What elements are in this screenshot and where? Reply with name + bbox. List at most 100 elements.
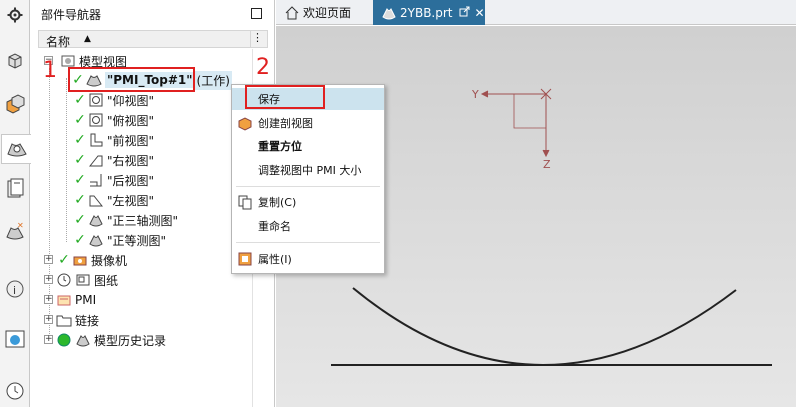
tree-label: "正等测图" <box>107 233 167 248</box>
history-icon <box>75 332 91 348</box>
back-view-icon <box>88 172 104 188</box>
tree-label: PMI <box>75 293 97 307</box>
tree-item-pmi[interactable]: + PMI <box>44 290 96 310</box>
column-options-icon[interactable]: ⋮ <box>252 31 263 44</box>
tree-label: 链接 <box>75 313 100 328</box>
green-status-icon <box>56 332 72 348</box>
settings-gear-icon[interactable] <box>2 2 28 28</box>
menu-separator <box>236 186 380 187</box>
close-tab-icon[interactable]: ✕ <box>475 6 485 20</box>
left-view-icon <box>88 192 104 208</box>
expand-icon[interactable]: + <box>44 295 53 304</box>
check-icon: ✓ <box>74 152 86 168</box>
tree-item-view-front[interactable]: ✓ "前视图" <box>72 130 154 150</box>
assembly-navigator-icon[interactable] <box>2 48 28 74</box>
camera-icon <box>72 252 88 268</box>
drawing-sheet-icon <box>75 272 91 288</box>
sort-ascending-icon: ▲ <box>84 34 91 44</box>
section-view-icon <box>237 115 253 131</box>
top-view-icon <box>88 112 104 128</box>
trimetric-view-icon <box>88 212 104 228</box>
tree-item-view-trimetric[interactable]: ✓ "正三轴测图" <box>72 210 178 230</box>
triad-z-label: Z <box>543 158 551 171</box>
clock-icon <box>56 272 72 288</box>
constraint-navigator-icon[interactable] <box>2 92 28 118</box>
panel-title: 部件导航器 <box>41 8 102 22</box>
menu-item-copy[interactable]: 复制(C) <box>232 191 384 213</box>
menu-label: 复制(C) <box>258 196 297 209</box>
tree-item-view-top[interactable]: ✓ "俯视图" <box>72 110 154 130</box>
tree-item-model-history[interactable]: + 模型历史记录 <box>44 330 166 350</box>
check-icon: ✓ <box>74 132 86 148</box>
tree-label: "仰视图" <box>107 93 155 108</box>
bottom-view-icon <box>88 92 104 108</box>
expand-icon[interactable]: + <box>44 315 53 324</box>
menu-item-create-section-view[interactable]: 创建剖视图 <box>232 112 384 134</box>
menu-item-adjust-pmi-size[interactable]: 调整视图中 PMI 大小 <box>232 159 384 181</box>
tree-item-links[interactable]: + 链接 <box>44 310 99 330</box>
expand-icon[interactable]: + <box>44 275 53 284</box>
tree-label: 图纸 <box>94 273 119 288</box>
tree-item-view-right[interactable]: ✓ "右视图" <box>72 150 154 170</box>
menu-label: 重置方位 <box>258 140 302 153</box>
tree-item-camera[interactable]: + ✓ 摄像机 <box>44 250 127 270</box>
tab-label: 2YBB.prt <box>400 5 453 20</box>
folder-icon <box>56 312 72 328</box>
menu-label: 重命名 <box>258 220 291 233</box>
menu-label: 创建剖视图 <box>258 117 313 130</box>
pmi-icon <box>56 292 72 308</box>
expand-icon[interactable]: + <box>44 335 53 344</box>
menu-item-reset-orientation[interactable]: 重置方位 <box>232 135 384 157</box>
column-name-label: 名称 <box>46 35 71 49</box>
document-tabs: 欢迎页面 2YBB.prt ✕ <box>276 0 796 25</box>
expand-icon[interactable]: + <box>44 255 53 264</box>
isometric-view-icon <box>88 232 104 248</box>
annotation-box-pmi-top <box>68 67 195 92</box>
info-icon[interactable]: i <box>2 276 28 302</box>
check-icon: ✓ <box>74 92 86 108</box>
tree-item-view-isometric[interactable]: ✓ "正等测图" <box>72 230 166 250</box>
menu-item-rename[interactable]: 重命名 <box>232 215 384 237</box>
tree-label: "前视图" <box>107 133 155 148</box>
hd3d-tools-icon[interactable]: ✕ <box>2 218 28 244</box>
tree-label: "俯视图" <box>107 113 155 128</box>
tab-2ybb-prt[interactable]: 2YBB.prt ✕ <box>373 0 485 25</box>
work-view-label: (工作) <box>194 70 232 90</box>
tree-item-drawing[interactable]: + 图纸 <box>44 270 118 290</box>
context-menu: 保存 创建剖视图 重置方位 调整视图中 PMI 大小 复制(C) 重命名 属性(… <box>231 84 385 274</box>
column-header[interactable]: 名称 ▲ ⋮ <box>38 30 268 49</box>
part-navigator-icon[interactable] <box>1 134 31 164</box>
svg-text:✕: ✕ <box>17 221 24 230</box>
tree-label: "左视图" <box>107 193 155 208</box>
check-icon: ✓ <box>74 172 86 188</box>
properties-icon <box>237 251 253 267</box>
tree-label: "正三轴测图" <box>107 213 179 228</box>
detach-tab-icon[interactable] <box>459 6 470 20</box>
tree-label: "后视图" <box>107 173 155 188</box>
resource-bar: ✕ i <box>0 0 31 407</box>
tree-item-view-left[interactable]: ✓ "左视图" <box>72 190 154 210</box>
web-browser-icon[interactable] <box>2 326 28 352</box>
triad-y-label: Y <box>471 88 479 101</box>
tab-welcome[interactable]: 欢迎页面 <box>280 0 370 25</box>
tab-label: 欢迎页面 <box>303 6 352 20</box>
menu-label: 属性(I) <box>258 253 292 266</box>
right-view-icon <box>88 152 104 168</box>
tree-item-view-back[interactable]: ✓ "后视图" <box>72 170 154 190</box>
check-icon: ✓ <box>58 252 70 268</box>
annotation-step-1: 1 <box>43 58 57 83</box>
tree-label: 摄像机 <box>91 253 128 268</box>
check-icon: ✓ <box>74 112 86 128</box>
check-icon: ✓ <box>74 212 86 228</box>
tree-label: "右视图" <box>107 153 155 168</box>
menu-item-properties[interactable]: 属性(I) <box>232 248 384 270</box>
svg-text:i: i <box>13 284 16 297</box>
reuse-library-icon[interactable] <box>2 176 28 202</box>
tree-item-view-bottom[interactable]: ✓ "仰视图" <box>72 90 154 110</box>
history-clock-icon[interactable] <box>2 378 28 404</box>
tree-line <box>66 78 67 242</box>
front-view-icon <box>88 132 104 148</box>
column-divider <box>250 31 251 47</box>
menu-separator <box>236 242 380 243</box>
maximize-icon[interactable] <box>251 8 262 19</box>
